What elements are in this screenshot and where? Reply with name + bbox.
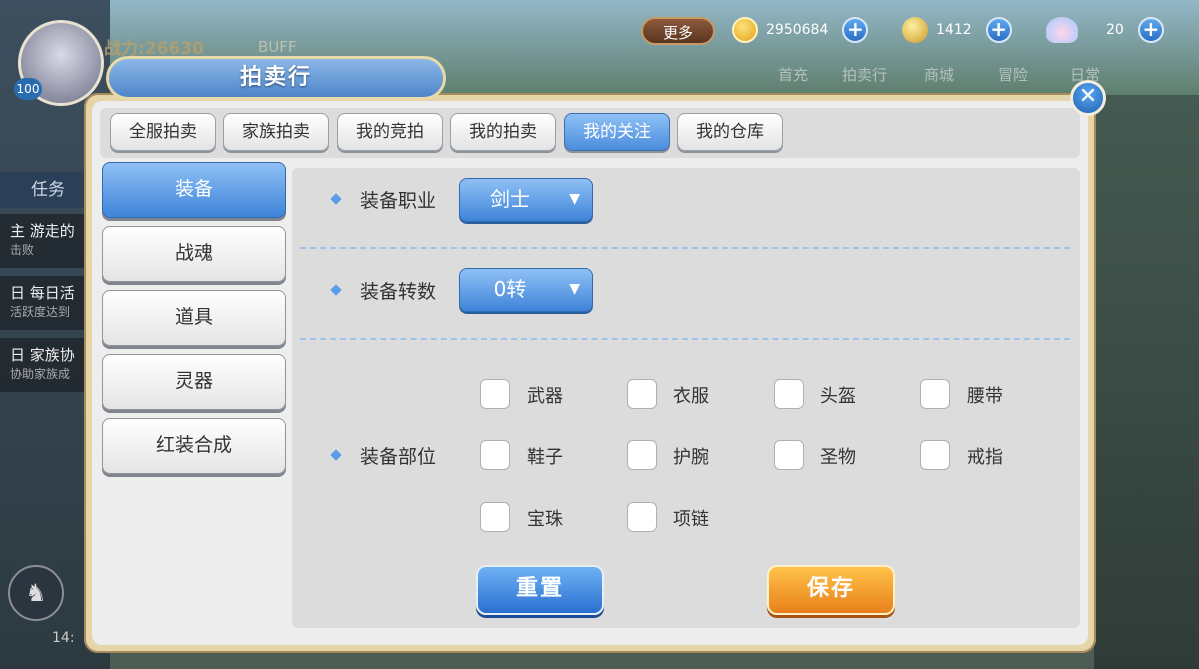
nav-shop[interactable]: 商城 (924, 64, 954, 85)
slot-checkbox-orb[interactable] (480, 502, 510, 532)
slot-label: 衣服 (673, 386, 709, 407)
mount-icon[interactable]: ♞ (8, 565, 64, 621)
tab-my-auctions[interactable]: 我的拍卖 (450, 113, 556, 151)
more-button[interactable]: 更多 (641, 17, 715, 45)
slot-label: 头盔 (820, 386, 856, 407)
tab-family-auction[interactable]: 家族拍卖 (223, 113, 329, 151)
tab-server-auction[interactable]: 全服拍卖 (110, 113, 216, 151)
quest-desc: 协助家族成 (10, 367, 71, 381)
slot-checkbox-bracer[interactable] (627, 440, 657, 470)
gold-resource: 2950684 + (732, 14, 869, 46)
add-shells-button[interactable]: + (1137, 17, 1164, 43)
coin-icon (902, 17, 928, 43)
sidebar-item-equipment[interactable]: 装备 (102, 162, 286, 218)
gold-amount: 2950684 (766, 22, 829, 38)
class-dropdown[interactable]: 剑士 ▼ (459, 178, 593, 222)
shells-amount: 20 (1106, 22, 1124, 38)
nav-adventure[interactable]: 冒险 (998, 64, 1028, 85)
quest-item[interactable]: 日 每日活 活跃度达到 (0, 276, 92, 330)
nav-first-recharge[interactable]: 首充 (778, 64, 808, 85)
slot-label: 武器 (527, 386, 563, 407)
slot-label: 圣物 (820, 447, 856, 468)
slot-checkbox-belt[interactable] (920, 379, 950, 409)
quest-item[interactable]: 主 游走的 击败 (0, 214, 92, 268)
coins-amount: 1412 (936, 22, 972, 38)
sidebar-item-spirit[interactable]: 灵器 (102, 354, 286, 410)
quest-desc: 活跃度达到 (10, 305, 71, 319)
add-coins-button[interactable]: + (985, 17, 1012, 43)
chevron-down-icon: ▼ (569, 281, 580, 297)
clock-time: 14: (52, 630, 75, 646)
rebirth-dropdown-value: 0转 (493, 277, 527, 301)
save-button[interactable]: 保存 (767, 565, 895, 615)
quest-title: 日 每日活 (10, 284, 75, 302)
chevron-down-icon: ▼ (569, 191, 580, 207)
slot-label: 戒指 (967, 447, 1003, 468)
sidebar-item-items[interactable]: 道具 (102, 290, 286, 346)
sidebar-item-war-soul[interactable]: 战魂 (102, 226, 286, 282)
divider (300, 247, 1070, 249)
slot-checkbox-relic[interactable] (774, 440, 804, 470)
divider (300, 338, 1070, 340)
panel-title: 拍卖行 (106, 56, 446, 100)
player-level-badge: 100 (14, 78, 42, 100)
shells-resource: 20 + (1046, 14, 1164, 46)
quest-title: 日 家族协 (10, 346, 75, 364)
rebirth-dropdown[interactable]: 0转 ▼ (459, 268, 593, 312)
reset-button[interactable]: 重置 (476, 565, 604, 615)
slot-label: 宝珠 (527, 509, 563, 530)
add-gold-button[interactable]: + (842, 17, 869, 43)
slot-checkbox-weapon[interactable] (480, 379, 510, 409)
sidebar-item-red-craft[interactable]: 红装合成 (102, 418, 286, 474)
slot-checkbox-clothes[interactable] (627, 379, 657, 409)
class-dropdown-value: 剑士 (490, 187, 530, 211)
slot-filter-label: 装备部位 (360, 446, 437, 468)
slot-checkbox-shoes[interactable] (480, 440, 510, 470)
scene-background-right (1094, 95, 1199, 669)
task-tab[interactable]: 任务 (0, 172, 96, 208)
quest-desc: 击败 (10, 243, 35, 257)
buff-indicator[interactable]: BUFF (258, 38, 297, 56)
slot-checkbox-helmet[interactable] (774, 379, 804, 409)
slot-checkbox-ring[interactable] (920, 440, 950, 470)
shell-icon (1046, 17, 1078, 43)
coins-resource: 1412 + (902, 14, 1012, 46)
gold-coin-icon (732, 17, 758, 43)
tab-my-storage[interactable]: 我的仓库 (677, 113, 783, 151)
slot-label: 护腕 (673, 447, 709, 468)
close-button[interactable]: ✕ (1070, 80, 1106, 116)
slot-label: 鞋子 (527, 447, 563, 468)
tab-my-watchlist[interactable]: 我的关注 (564, 113, 670, 151)
quest-title: 主 游走的 (10, 222, 75, 240)
rebirth-filter-label: 装备转数 (360, 281, 437, 303)
slot-label: 项链 (673, 509, 709, 530)
quest-item[interactable]: 日 家族协 协助家族成 (0, 338, 92, 392)
slot-checkbox-necklace[interactable] (627, 502, 657, 532)
nav-auction[interactable]: 拍卖行 (842, 64, 887, 85)
class-filter-label: 装备职业 (360, 190, 437, 212)
tab-my-bids[interactable]: 我的竞拍 (337, 113, 443, 151)
slot-label: 腰带 (967, 386, 1003, 407)
